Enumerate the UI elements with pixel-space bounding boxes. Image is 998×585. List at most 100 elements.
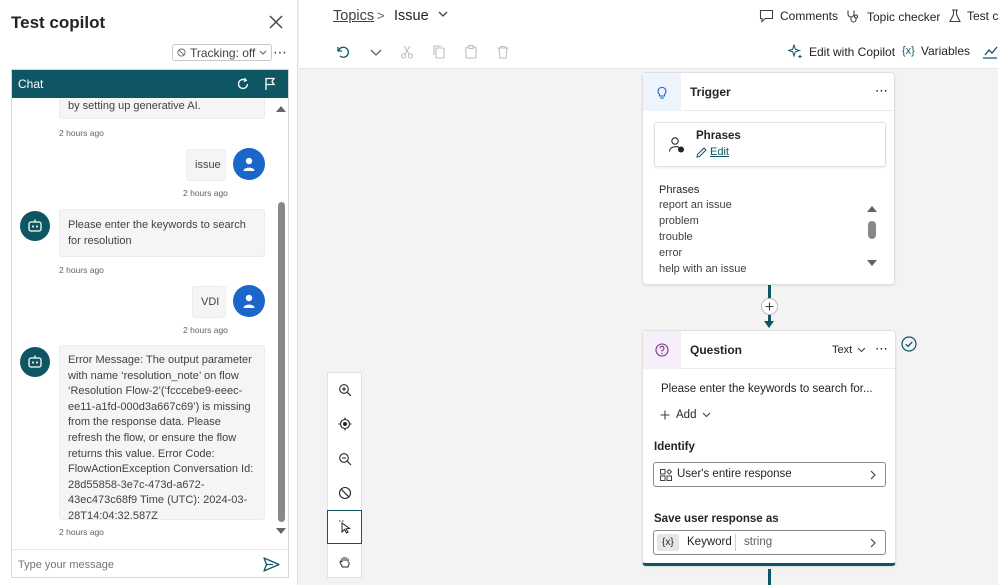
person-icon — [243, 294, 255, 308]
save-response-label: Save user response as — [654, 513, 779, 525]
identify-label: Identify — [654, 441, 695, 453]
tracking-dropdown[interactable]: Tracking: off — [172, 44, 273, 61]
copy-icon[interactable] — [431, 44, 447, 60]
editor-toolbar: Edit with Copilot {x} Variables — [299, 34, 998, 69]
refresh-icon[interactable] — [236, 77, 250, 91]
flag-icon[interactable] — [263, 77, 277, 91]
chevron-down-icon[interactable] — [368, 44, 384, 60]
select-mode-button[interactable] — [327, 510, 362, 544]
select-pointer-icon — [338, 520, 351, 534]
trigger-node[interactable]: Trigger ⋯ Phrases Edit Phrases report an… — [642, 72, 895, 285]
add-node-button[interactable] — [761, 298, 778, 315]
topic-checker-button[interactable]: Topic checker — [846, 9, 940, 24]
chat-messages[interactable]: by setting up generative AI. 2 hours ago… — [12, 98, 288, 543]
trigger-more-icon[interactable]: ⋯ — [875, 83, 889, 99]
message-time: 2 hours ago — [183, 325, 228, 335]
edit-phrases-link[interactable]: Edit — [696, 146, 729, 158]
bot-avatar — [20, 211, 50, 241]
sparkle-icon — [788, 44, 803, 59]
close-icon[interactable] — [268, 14, 284, 30]
response-type-dropdown[interactable]: Text — [832, 344, 866, 356]
phrases-card[interactable]: Phrases Edit — [654, 122, 886, 167]
question-icon-tile — [643, 331, 681, 369]
variable-icon: {x} — [657, 534, 679, 551]
connector-arrow — [764, 321, 774, 328]
divider — [735, 534, 736, 551]
flow-connector — [768, 569, 771, 585]
bot-message: by setting up generative AI. — [59, 98, 265, 119]
scroll-up-arrow[interactable] — [867, 206, 877, 212]
check-circle-icon — [901, 336, 917, 352]
bot-avatar — [20, 347, 50, 377]
question-node-header: Question Text ⋯ — [643, 331, 895, 369]
message-text: VDI — [201, 296, 220, 308]
scroll-thumb[interactable] — [868, 221, 876, 239]
plus-icon — [765, 302, 774, 311]
chevron-down-icon — [703, 412, 711, 418]
chat-scrollbar[interactable] — [275, 104, 287, 536]
chat-title: Chat — [18, 77, 44, 91]
message-time: 2 hours ago — [183, 188, 228, 198]
question-node[interactable]: Question Text ⋯ Please enter the keyword… — [642, 330, 896, 566]
zoom-out-icon — [338, 453, 351, 466]
add-content-button[interactable]: Add — [660, 409, 711, 421]
variables-label: Variables — [920, 44, 970, 58]
phrase-item: help with an issue — [659, 263, 747, 275]
test-button[interactable]: Test co — [949, 9, 998, 23]
tracking-label: Tracking: off — [190, 45, 256, 60]
comments-label: Comments — [780, 9, 839, 23]
edit-link-label: Edit — [710, 146, 729, 158]
cut-icon[interactable] — [399, 44, 415, 60]
recenter-button[interactable] — [328, 407, 361, 441]
comments-button[interactable]: Comments — [759, 9, 838, 23]
edit-with-copilot-label: Edit with Copilot — [809, 44, 896, 59]
comment-icon — [759, 9, 774, 23]
message-time: 2 hours ago — [59, 527, 104, 537]
more-options-icon[interactable]: ⋯ — [273, 44, 287, 61]
save-variable-select[interactable]: {x} Keyword string — [653, 530, 886, 555]
variable-name: Keyword — [687, 536, 732, 548]
scroll-thumb[interactable] — [278, 202, 285, 522]
send-icon[interactable] — [263, 557, 280, 572]
phrases-scrollbar[interactable] — [867, 206, 877, 266]
zoom-in-button[interactable] — [328, 373, 361, 407]
paste-icon[interactable] — [463, 44, 479, 60]
question-node-title: Question — [690, 343, 743, 357]
identify-select[interactable]: User's entire response — [653, 462, 886, 487]
lightbulb-icon — [657, 86, 667, 99]
question-prompt-text[interactable]: Please enter the keywords to search for.… — [661, 383, 873, 395]
user-message: issue — [186, 149, 226, 181]
scroll-down-arrow[interactable] — [276, 528, 286, 534]
chevron-down-icon[interactable] — [437, 8, 449, 20]
variable-icon: {x} — [902, 45, 915, 57]
edit-with-copilot-button[interactable]: Edit with Copilot — [788, 44, 895, 59]
person-chat-icon — [668, 137, 684, 153]
trigger-icon-tile — [643, 73, 681, 111]
canvas-controls — [327, 372, 362, 578]
scroll-down-arrow[interactable] — [867, 260, 877, 266]
variables-button[interactable]: {x} Variables — [902, 44, 970, 58]
target-icon — [338, 417, 351, 431]
bot-error-message: Error Message: The output parameter with… — [59, 345, 265, 522]
pan-mode-button[interactable] — [328, 545, 361, 579]
analytics-icon[interactable] — [982, 44, 998, 60]
phrases-list-title: Phrases — [659, 184, 700, 196]
breadcrumb-topics[interactable]: Topics — [333, 8, 374, 24]
phrase-item: problem — [659, 215, 699, 227]
minimap-toggle-button[interactable] — [328, 476, 361, 510]
undo-icon[interactable] — [335, 44, 351, 60]
message-text: Please enter the keywords to search for … — [68, 219, 246, 247]
person-icon — [243, 157, 255, 171]
delete-icon[interactable] — [495, 44, 511, 60]
stethoscope-icon — [847, 10, 859, 23]
scroll-up-arrow[interactable] — [276, 106, 286, 112]
message-input[interactable] — [18, 556, 248, 574]
tracking-off-icon — [177, 48, 186, 57]
block-icon — [338, 486, 351, 500]
topic-header: Topics > Issue Comments Topic checker Te… — [299, 0, 998, 34]
pencil-icon — [696, 146, 707, 158]
message-text: Error Message: The output parameter with… — [68, 354, 254, 522]
question-more-icon[interactable]: ⋯ — [875, 341, 889, 357]
message-time: 2 hours ago — [59, 128, 104, 138]
zoom-out-button[interactable] — [328, 442, 361, 476]
